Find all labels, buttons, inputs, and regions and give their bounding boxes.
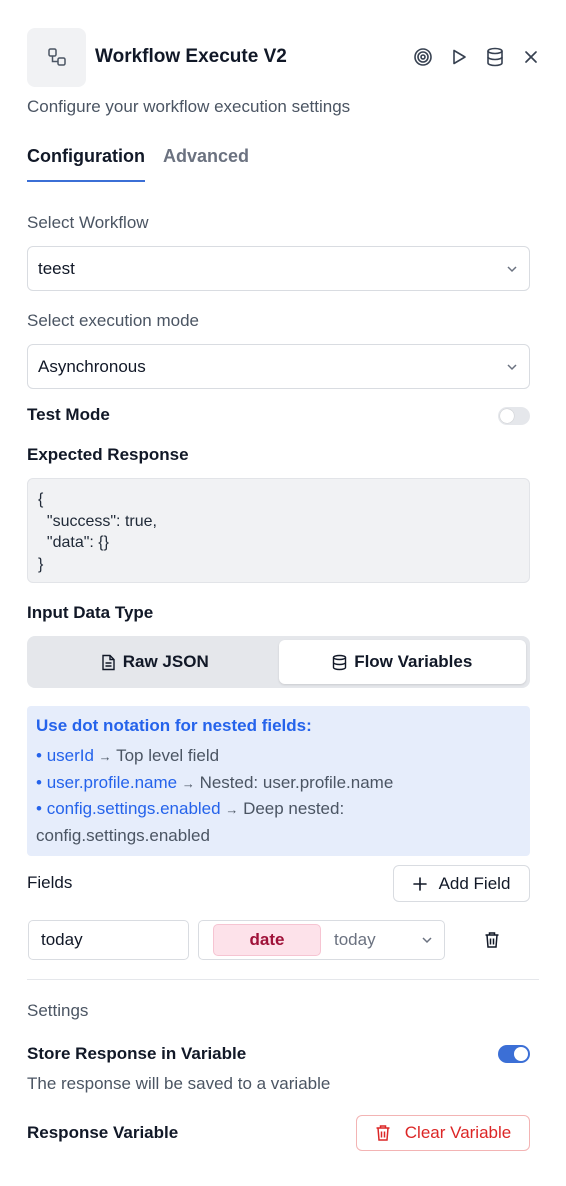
test-mode-toggle[interactable] [498, 407, 530, 425]
arrow-icon: → [181, 775, 195, 791]
chevron-down-icon [420, 933, 434, 947]
panel-subtitle: Configure your workflow execution settin… [27, 97, 351, 116]
trash-icon [484, 931, 500, 949]
tab-configuration[interactable]: Configuration [27, 146, 145, 182]
toggle-knob [514, 1047, 528, 1061]
bullet: • [36, 799, 42, 818]
target-icon[interactable] [412, 46, 434, 68]
clear-variable-button[interactable]: Clear Variable [356, 1115, 530, 1151]
panel-header: Workflow Execute V2 [27, 27, 542, 87]
info-desc: Nested: user.profile.name [199, 772, 394, 792]
workflow-select-value: teest [38, 258, 75, 278]
store-response-toggle[interactable] [498, 1045, 530, 1063]
bullet: • [36, 746, 42, 765]
info-item-settings-enabled: • config.settings.enabled → Deep nested: [36, 796, 521, 823]
info-item-profile-name: • user.profile.name → Nested: user.profi… [36, 770, 521, 797]
store-response-label: Store Response in Variable [27, 1044, 247, 1063]
execution-mode-label: Select execution mode [27, 311, 199, 330]
trash-icon [375, 1124, 391, 1142]
clear-variable-label: Clear Variable [404, 1123, 512, 1142]
workflow-execute-panel: Workflow Execute V2 Configure your workf… [0, 0, 566, 1186]
workflow-select[interactable]: teest [27, 246, 530, 291]
arrow-icon: → [225, 802, 239, 817]
dot-notation-info: Use dot notation for nested fields: • us… [27, 706, 530, 856]
database-icon[interactable] [484, 46, 506, 68]
workflow-node-icon [27, 27, 86, 87]
database-icon [332, 654, 347, 671]
execution-mode-select[interactable]: Asynchronous [27, 344, 530, 389]
expected-response-editor[interactable]: { "success": true, "data": {} } [27, 478, 530, 583]
select-workflow-label: Select Workflow [27, 213, 149, 232]
tab-advanced[interactable]: Advanced [163, 146, 249, 182]
toggle-knob [500, 409, 514, 423]
chevron-down-icon [505, 360, 519, 374]
field-variable-value: today [334, 930, 376, 949]
raw-json-label: Raw JSON [122, 652, 209, 671]
info-desc-continued: config.settings.enabled [36, 825, 210, 845]
field-name-input[interactable]: today [28, 920, 189, 960]
info-item-userid: • userId → Top level field [36, 743, 521, 770]
store-response-help: The response will be saved to a variable [27, 1074, 331, 1093]
expected-response-label: Expected Response [27, 445, 189, 464]
flow-variables-label: Flow Variables [354, 652, 473, 671]
tab-bar: Configuration Advanced [27, 146, 249, 182]
info-key: config.settings.enabled [46, 799, 221, 818]
info-desc: Deep nested: [243, 799, 345, 818]
panel-title: Workflow Execute V2 [95, 46, 287, 67]
fields-label: Fields [27, 873, 73, 892]
test-mode-label: Test Mode [27, 405, 110, 424]
plus-icon [412, 876, 427, 891]
field-variable-select[interactable]: date today [198, 920, 445, 960]
chevron-down-icon [505, 262, 519, 276]
info-key: userId [46, 746, 94, 765]
info-key: user.profile.name [46, 772, 178, 792]
info-desc: Top level field [116, 746, 220, 765]
file-text-icon [101, 654, 116, 671]
field-type-badge: date [213, 924, 321, 956]
execution-mode-value: Asynchronous [38, 356, 146, 376]
divider [27, 979, 539, 980]
input-data-type-label: Input Data Type [27, 603, 154, 622]
add-field-label: Add Field [438, 873, 511, 893]
close-icon[interactable] [520, 46, 542, 68]
add-field-button[interactable]: Add Field [393, 865, 530, 902]
input-data-type-toggle: Raw JSON Flow Variables [27, 636, 530, 688]
delete-field-button[interactable] [482, 929, 502, 951]
info-title: Use dot notation for nested fields: [36, 716, 312, 735]
flow-variables-option[interactable]: Flow Variables [278, 640, 526, 684]
arrow-icon: → [98, 749, 112, 764]
play-icon[interactable] [448, 46, 470, 68]
bullet: • [36, 772, 42, 792]
raw-json-option[interactable]: Raw JSON [31, 640, 279, 684]
response-variable-label: Response Variable [27, 1123, 179, 1142]
settings-label: Settings [27, 1001, 89, 1020]
header-actions [412, 46, 542, 68]
